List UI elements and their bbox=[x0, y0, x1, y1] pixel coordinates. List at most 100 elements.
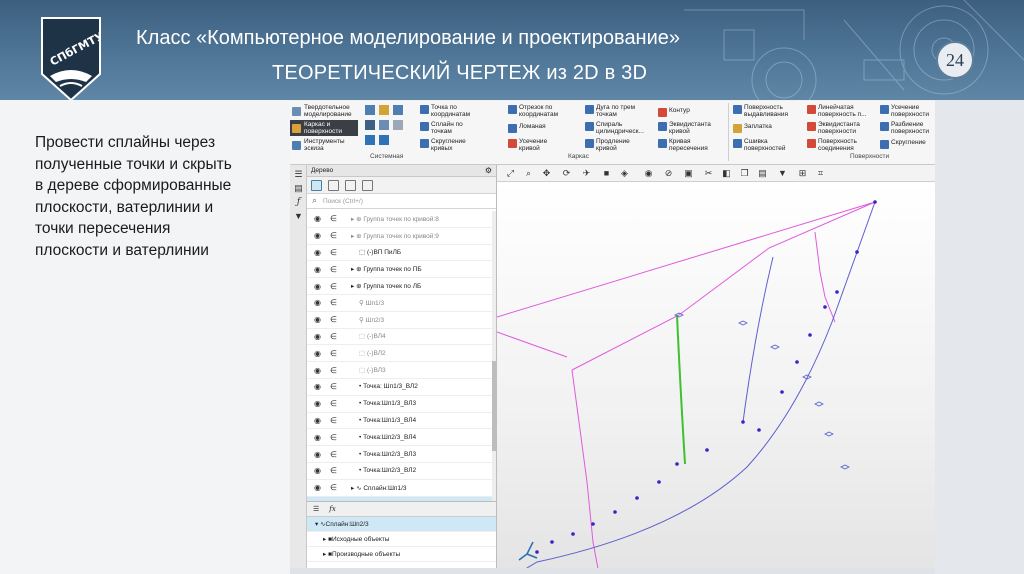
tree-row[interactable]: ◉ ∈ • Точка:Шп1/3_ВЛ3 bbox=[307, 396, 493, 413]
tree-row[interactable]: ◉ ∈ ▸ ⊕ Группа точек по кривой:9 bbox=[307, 228, 493, 245]
props-row-derived[interactable]: ▸ ■ Производные объекты bbox=[307, 547, 496, 562]
visibility-eye-icon[interactable]: ◉ bbox=[312, 231, 323, 240]
tree-grid-icon[interactable] bbox=[362, 179, 373, 191]
include-icon[interactable]: ∈ bbox=[328, 332, 339, 341]
visibility-eye-icon[interactable]: ◉ bbox=[312, 382, 323, 391]
copy-icon[interactable] bbox=[379, 120, 389, 130]
props-tree-icon[interactable]: ☰ bbox=[313, 505, 319, 513]
props-row-spline[interactable]: ▾ ∿ Сплайн:Шп2/3 bbox=[307, 517, 496, 532]
spline-by-points-button[interactable]: Сплайн по точкам bbox=[420, 121, 479, 135]
include-icon[interactable]: ∈ bbox=[328, 416, 339, 425]
tree-camera-icon[interactable] bbox=[345, 179, 356, 191]
visibility-eye-icon[interactable]: ◉ bbox=[312, 416, 323, 425]
tree-row[interactable]: ◉ ∈ ⚲ Шп2/3 bbox=[307, 312, 493, 329]
trim-curve-button[interactable]: Усечение кривой bbox=[508, 138, 559, 152]
extend-curve-button[interactable]: Продление кривой bbox=[585, 138, 636, 152]
new-file-icon[interactable] bbox=[365, 105, 375, 115]
patch-button[interactable]: Заплатка bbox=[733, 123, 772, 133]
visibility-eye-icon[interactable]: ◉ bbox=[312, 332, 323, 341]
tree-row[interactable]: ◉ ∈ • Точка: Шп1/3_ВЛ2 bbox=[307, 379, 493, 396]
mode-wireframe-surfaces[interactable]: Каркас и поверхности bbox=[290, 120, 358, 136]
include-icon[interactable]: ∈ bbox=[328, 483, 339, 492]
contour-button[interactable]: Контур bbox=[658, 107, 690, 117]
include-icon[interactable]: ∈ bbox=[328, 214, 339, 223]
display-mode-icon[interactable]: ◈ bbox=[619, 168, 630, 179]
tree-view-icon[interactable] bbox=[311, 179, 322, 191]
intersection-curve-button[interactable]: Кривая пересечения bbox=[658, 138, 717, 152]
tree-row[interactable]: ◉ ∈ ▸ ∿ Сплайн:Шп1/3 bbox=[307, 480, 493, 497]
orientation-icon[interactable]: ✈ bbox=[581, 168, 592, 179]
cylindrical-spiral-button[interactable]: Спираль цилиндрическ... bbox=[585, 121, 654, 135]
tree-row[interactable]: ◉ ∈ ▸ ⊕ Группа точек по кривой:8 bbox=[307, 211, 493, 228]
undo-icon[interactable] bbox=[365, 135, 375, 145]
include-icon[interactable]: ∈ bbox=[328, 433, 339, 442]
tree-scrollbar[interactable] bbox=[492, 211, 496, 501]
pan-icon[interactable]: ✥ bbox=[541, 168, 552, 179]
section-icon[interactable]: ◧ bbox=[721, 168, 732, 179]
layers-icon[interactable]: ▤ bbox=[293, 183, 304, 194]
visibility-eye-icon[interactable]: ◉ bbox=[312, 450, 323, 459]
close-icon[interactable]: ⚙ bbox=[485, 166, 492, 175]
visibility-eye-icon[interactable]: ◉ bbox=[312, 433, 323, 442]
segment-by-coords-button[interactable]: Отрезок по координатам bbox=[508, 104, 573, 118]
visibility-eye-icon[interactable]: ◉ bbox=[312, 298, 323, 307]
tree-row[interactable]: ◉ ∈ • Точка:Шп2/3_ВЛ3 bbox=[307, 446, 493, 463]
point-by-coords-button[interactable]: Точка по координатам bbox=[420, 104, 479, 118]
snap-icon[interactable]: ✂ bbox=[703, 168, 714, 179]
tree-row[interactable]: ◉ ∈ ⚲ Шп1/3 bbox=[307, 295, 493, 312]
arc-three-points-button[interactable]: Дуга по трем точкам bbox=[585, 104, 648, 118]
polyline-button[interactable]: Ломаная bbox=[508, 123, 546, 133]
props-fx-tab[interactable]: fx bbox=[329, 505, 336, 513]
stitch-surfaces-button[interactable]: Сшивка поверхностей bbox=[733, 138, 798, 152]
visibility-eye-icon[interactable]: ◉ bbox=[312, 483, 323, 492]
visibility-eye-icon[interactable]: ◉ bbox=[312, 366, 323, 375]
scrollbar-thumb[interactable] bbox=[492, 361, 496, 451]
filter-view-icon[interactable]: ▼ bbox=[777, 168, 788, 179]
3d-viewport[interactable] bbox=[496, 182, 935, 574]
offset-surface-button[interactable]: Эквидистанта поверхности bbox=[807, 121, 874, 135]
visibility-eye-icon[interactable]: ◉ bbox=[312, 466, 323, 475]
tree-row[interactable]: ◉ ∈ • Точка:Шп1/3_ВЛ4 bbox=[307, 413, 493, 430]
measure-icon[interactable]: ⌗ bbox=[815, 168, 826, 179]
tree-row[interactable]: ◉ ∈ ⬚ (-)ВЛ3 bbox=[307, 362, 493, 379]
visibility-icon[interactable]: ◉ bbox=[643, 168, 654, 179]
offset-curve-button[interactable]: Эквидистанта кривой bbox=[658, 121, 717, 135]
variables-icon[interactable]: ƒ bbox=[293, 197, 304, 208]
visibility-eye-icon[interactable]: ◉ bbox=[312, 265, 323, 274]
open-file-icon[interactable] bbox=[379, 105, 389, 115]
fillet-curves-button[interactable]: Скругление кривых bbox=[420, 138, 479, 152]
tree-row[interactable]: ◉ ∈ ⬚ (-)ВЛ2 bbox=[307, 345, 493, 363]
save-icon[interactable] bbox=[393, 105, 403, 115]
visibility-eye-icon[interactable]: ◉ bbox=[312, 282, 323, 291]
include-icon[interactable]: ∈ bbox=[328, 382, 339, 391]
copy-view-icon[interactable]: ❐ bbox=[739, 168, 750, 179]
tree-row[interactable]: ◉ ∈ • Точка:Шп2/3_ВЛ2 bbox=[307, 463, 493, 480]
view-cube-icon[interactable]: ■ bbox=[601, 168, 612, 179]
include-icon[interactable]: ∈ bbox=[328, 231, 339, 240]
props-row-source[interactable]: ▸ ■ Исходные объекты bbox=[307, 532, 496, 547]
visibility-eye-icon[interactable]: ◉ bbox=[312, 315, 323, 324]
visibility-eye-icon[interactable]: ◉ bbox=[312, 349, 323, 358]
visibility-eye-icon[interactable]: ◉ bbox=[312, 248, 323, 257]
tree-search-input[interactable]: Поиск (Ctrl+/) bbox=[307, 194, 496, 209]
paste-icon[interactable] bbox=[393, 120, 403, 130]
perspective-icon[interactable]: ▣ bbox=[683, 168, 694, 179]
redo-icon[interactable] bbox=[379, 135, 389, 145]
tree-row[interactable]: ◉ ∈ • Точка:Шп2/3_ВЛ4 bbox=[307, 429, 493, 447]
tree-row[interactable]: ◉ ∈ ⬚ (-)ВП ПиЛБ bbox=[307, 245, 493, 262]
include-icon[interactable]: ∈ bbox=[328, 298, 339, 307]
tree-row[interactable]: ◉ ∈ ▸ ⊕ Группа точек по ПБ bbox=[307, 261, 493, 279]
grid-icon[interactable]: ⊞ bbox=[797, 168, 808, 179]
print-icon[interactable] bbox=[365, 120, 375, 130]
include-icon[interactable]: ∈ bbox=[328, 450, 339, 459]
mode-sketch-tools[interactable]: Инструменты эскиза bbox=[290, 137, 358, 153]
tree-row[interactable]: ◉ ∈ ⬚ (-)ВЛ4 bbox=[307, 329, 493, 346]
tree-row[interactable]: ◉ ∈ ▸ ⊕ Группа точек по ЛБ bbox=[307, 278, 493, 295]
include-icon[interactable]: ∈ bbox=[328, 466, 339, 475]
extrusion-surface-button[interactable]: Поверхность выдавливания bbox=[733, 104, 798, 118]
include-icon[interactable]: ∈ bbox=[328, 265, 339, 274]
zoom-icon[interactable]: ⌕ bbox=[523, 168, 534, 179]
include-icon[interactable]: ∈ bbox=[328, 248, 339, 257]
split-surface-button[interactable]: Разбиение поверхности bbox=[880, 121, 935, 135]
layers-view-icon[interactable]: ▤ bbox=[757, 168, 768, 179]
